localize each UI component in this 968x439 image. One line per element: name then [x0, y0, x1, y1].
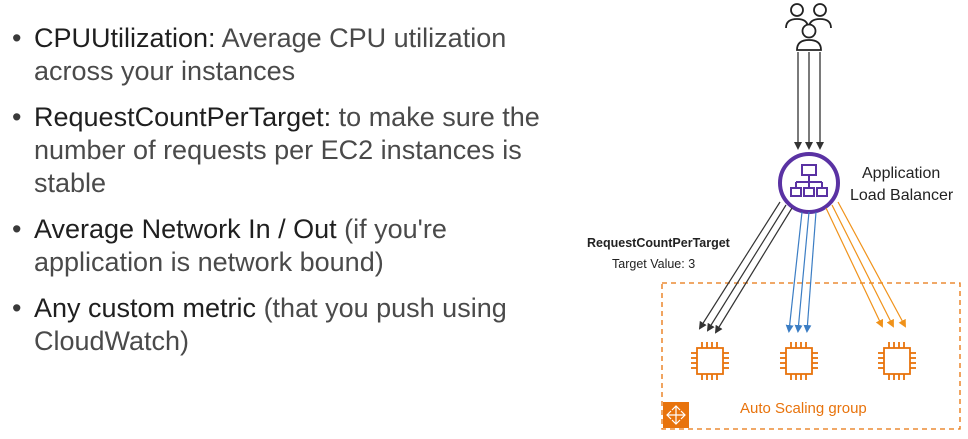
- ec2-instance-icon: [878, 342, 916, 380]
- auto-scaling-group-label: Auto Scaling group: [740, 400, 867, 417]
- arrows-to-instance-1: [698, 201, 793, 334]
- arrows-to-instance-2: [785, 211, 817, 333]
- metric-name-label: RequestCountPerTarget: [587, 236, 731, 250]
- load-balancer-icon: [778, 152, 840, 214]
- ec2-instance-icon: [691, 342, 729, 380]
- alb-label-line2: Load Balancer: [850, 187, 954, 204]
- architecture-diagram: Auto Scaling group Application Load Bala…: [587, 3, 961, 430]
- user-traffic-arrows: [794, 52, 824, 150]
- alb-label-line1: Application: [862, 165, 940, 182]
- ec2-instance-icon: [780, 342, 818, 380]
- auto-scaling-icon: [663, 402, 689, 428]
- arrows-to-instance-3: [825, 201, 906, 328]
- metric-target-label: Target Value: 3: [612, 257, 695, 271]
- users-icon: [785, 3, 832, 51]
